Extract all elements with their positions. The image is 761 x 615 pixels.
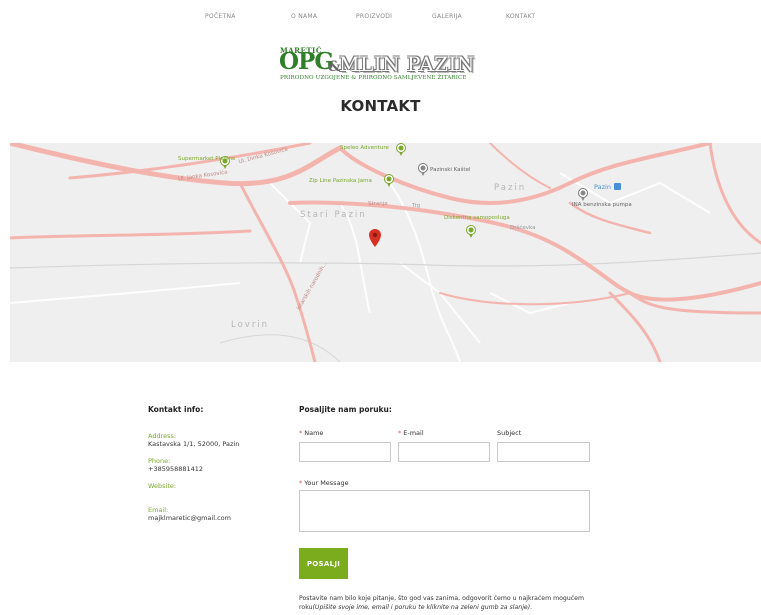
name-field[interactable] (299, 442, 391, 462)
map-poi-zipline-icon[interactable] (384, 174, 394, 187)
location-marker-icon[interactable] (369, 229, 381, 247)
contact-form: Posaljite nam poruku: * Name * E-mail Subj… (299, 405, 599, 615)
map-place-lovrin: Lovrin (231, 320, 270, 330)
email-field[interactable] (398, 442, 490, 462)
logo-mlin-pazin-text: MLIN PAZIN (339, 52, 475, 76)
map-poi-ina-label: INA benzinska pumpa (572, 202, 632, 208)
nav-item-kontakt[interactable]: KONTAKT (506, 13, 535, 20)
logo-tagline: PRIRODNO UZGOJENE & PRIRODNO SAMLJEVENE … (280, 75, 467, 81)
map-poi-kastel-icon[interactable] (418, 163, 428, 176)
map-poi-kastel-label: Pazinski Kaštel (430, 167, 471, 173)
logo-opg-text: OPG (279, 48, 334, 75)
required-asterisk: * (299, 429, 303, 437)
address-label: Address: (148, 432, 177, 440)
map-place-pazin: Pazin (494, 183, 527, 193)
form-heading: Posaljite nam poruku: (299, 405, 392, 414)
map-road-label: Trg (412, 203, 421, 209)
map-poi-diskontna-icon[interactable] (466, 225, 476, 238)
map-poi-ina-icon[interactable] (578, 188, 588, 201)
message-field-label: * Your Message (299, 479, 349, 487)
email-value[interactable]: majklmaretic@gmail.com (148, 514, 278, 523)
nav-item-pocetna[interactable]: POČETNA (205, 13, 236, 20)
train-station-icon (614, 183, 621, 190)
map-poi-pazin-station-label: Pazin (594, 183, 611, 191)
page-title: KONTAKT (340, 97, 421, 115)
map-poi-diskontna-label: Diskontna samoposluga (444, 215, 510, 221)
map-road-label: Stranja (368, 201, 388, 207)
submit-button[interactable]: POSALJI (299, 548, 348, 579)
map-place-stari-pazin: Stari Pazin (300, 210, 367, 220)
subject-field[interactable] (497, 442, 590, 462)
map-poi-speleo-icon[interactable] (396, 143, 406, 156)
phone-value: +385958881412 (148, 465, 204, 473)
address-value: Kastavska 1/1, 52000, Pazin (148, 440, 240, 448)
map-poi-speleo-label: Speleo Adventure (340, 145, 389, 151)
contact-info: Kontakt info: Address: Kastavska 1/1, 52… (148, 405, 278, 531)
top-navigation: POČETNA O NAMA PROIZVODI GALERIJA KONTAK… (0, 13, 761, 27)
phone-label: Phone: (148, 457, 171, 465)
site-logo[interactable]: MARETIĆ OPG & MLIN PAZIN PRIRODNO UZGOJE… (279, 46, 475, 84)
required-asterisk: * (299, 479, 303, 487)
form-note: Postavite nam bilo koje pitanje, što god… (299, 595, 584, 611)
map-poi-zipline-label: Zip Line Pazinska Jama (309, 178, 372, 184)
email-label: Email: (148, 506, 169, 514)
website-label: Website: (148, 482, 177, 490)
message-field[interactable] (299, 490, 590, 532)
name-field-label: * Name (299, 429, 324, 437)
contact-info-heading: Kontakt info: (148, 405, 204, 414)
subject-field-label: Subject (497, 429, 522, 437)
required-asterisk: * (398, 429, 402, 437)
nav-item-galerija[interactable]: GALERIJA (432, 13, 462, 20)
email-field-label: * E-mail (398, 429, 424, 437)
nav-item-o-nama[interactable]: O NAMA (291, 13, 317, 20)
location-map[interactable]: Stari Pazin Pazin Lovrin Supermarket Plo… (10, 143, 761, 362)
nav-item-proizvodi[interactable]: PROIZVODI (356, 13, 392, 20)
map-poi-supermarket-label: Supermarket Plodine (178, 156, 236, 162)
map-road-label: Dršćevka (510, 225, 536, 231)
